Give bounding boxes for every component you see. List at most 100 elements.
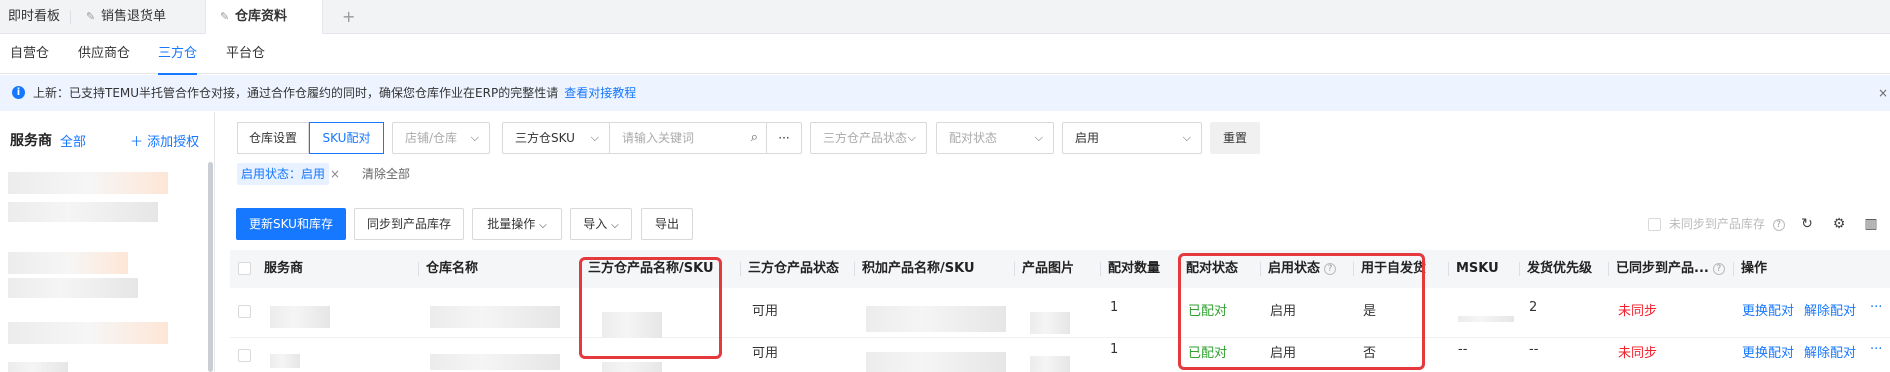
- remove-filter-icon[interactable]: ×: [330, 163, 340, 185]
- clear-all-link[interactable]: 清除全部: [362, 163, 410, 185]
- sync-stock-button[interactable]: 同步到产品库存: [354, 208, 464, 240]
- change-match-link[interactable]: 更换配对: [1742, 342, 1794, 361]
- unbind-match-link[interactable]: 解除配对: [1804, 300, 1856, 319]
- col-divider: [1448, 262, 1449, 276]
- col-tp-status: 三方仓产品状态: [748, 261, 840, 276]
- tab-dashboard[interactable]: 即时看板: [8, 0, 60, 34]
- select-all-cell[interactable]: [238, 250, 251, 288]
- col-divider: [1519, 262, 1520, 276]
- table-row[interactable]: 可用 1 已配对 启用 否 -- -- 未同步 更换配对 解除配对 ···: [230, 338, 1890, 372]
- col-image: 产品图片: [1022, 261, 1075, 276]
- sidebar-item[interactable]: [8, 322, 168, 344]
- import-button[interactable]: 导入 ⌵: [570, 208, 632, 240]
- priority-cell: --: [1529, 342, 1539, 357]
- product-status-select[interactable]: 三方仓产品状态 ⌵: [810, 122, 927, 154]
- sidebar-item[interactable]: [8, 278, 138, 298]
- jijia-name-sku-cell: [866, 306, 1006, 332]
- batch-ops-button[interactable]: 批量操作 ⌵: [472, 208, 562, 240]
- top-tab-bar: 即时看板 ✎ 销售退货单 ✎ 仓库资料 +: [0, 0, 1890, 34]
- row-select-cell[interactable]: [238, 304, 251, 319]
- refresh-icon[interactable]: ↻: [1798, 214, 1816, 234]
- button-label: 导入: [583, 217, 608, 231]
- sidebar-item[interactable]: [8, 362, 68, 372]
- sku-match-tab[interactable]: SKU配对: [309, 122, 384, 154]
- store-warehouse-select[interactable]: 店铺/仓库 ⌵: [392, 122, 490, 154]
- highlight-status-columns: [1178, 253, 1425, 370]
- tab-label: 即时看板: [8, 9, 61, 24]
- tab-supplier-warehouse[interactable]: 供应商仓: [78, 34, 130, 74]
- pin-icon[interactable]: ✎: [86, 0, 97, 34]
- col-divider: [1014, 262, 1015, 276]
- warehouse-cell: [430, 354, 560, 370]
- chevron-down-icon: ⌵: [1034, 131, 1043, 144]
- col-divider: [1733, 262, 1734, 276]
- change-match-link[interactable]: 更换配对: [1742, 300, 1794, 319]
- tab-sales-return[interactable]: ✎ 销售退货单: [86, 0, 166, 34]
- more-actions-icon[interactable]: ···: [1870, 300, 1882, 315]
- table-row[interactable]: 可用 1 已配对 启用 是 2 未同步 更换配对 解除配对 ···: [230, 288, 1890, 338]
- update-sku-stock-button[interactable]: 更新SKU和库存: [236, 208, 346, 240]
- export-button[interactable]: 导出: [641, 208, 693, 240]
- sidebar-scrollbar[interactable]: [208, 162, 213, 372]
- product-image: [1030, 356, 1070, 372]
- search-type-select[interactable]: 三方仓SKU ⌵: [502, 122, 610, 154]
- chevron-down-icon: ⌵: [611, 220, 619, 231]
- gear-icon[interactable]: ⚙: [1830, 214, 1848, 234]
- tab-platform-warehouse[interactable]: 平台仓: [226, 34, 265, 74]
- provider-sidebar: 服务商 全部 ＋ 添加授权: [0, 112, 215, 372]
- chevron-down-icon: ⌵: [539, 220, 547, 231]
- search-input[interactable]: 请输入关键词 ⌕: [609, 122, 767, 154]
- tutorial-link[interactable]: 查看对接教程: [564, 86, 636, 100]
- col-divider: [854, 262, 855, 276]
- priority-cell: 2: [1529, 300, 1538, 315]
- col-match-qty: 配对数量: [1108, 261, 1161, 276]
- provider-cell: [270, 306, 330, 328]
- unbind-match-link[interactable]: 解除配对: [1804, 342, 1856, 361]
- warehouse-cell: [430, 306, 560, 328]
- more-actions-icon[interactable]: ···: [1870, 342, 1882, 357]
- columns-icon[interactable]: ▥: [1862, 214, 1880, 234]
- tp-status-cell: 可用: [752, 304, 779, 319]
- unsynced-checkbox[interactable]: [1648, 218, 1661, 231]
- col-provider: 服务商: [264, 261, 304, 276]
- add-auth-button[interactable]: ＋ 添加授权: [130, 131, 199, 150]
- col-warehouse: 仓库名称: [426, 261, 479, 276]
- match-status-select[interactable]: 配对状态 ⌵: [936, 122, 1054, 154]
- sidebar-item[interactable]: [8, 172, 168, 194]
- row-select-cell[interactable]: [238, 348, 251, 363]
- tab-label: 供应商仓: [78, 46, 131, 61]
- provider-cell: [270, 354, 300, 368]
- warehouse-settings-tab[interactable]: 仓库设置: [237, 122, 309, 154]
- tab-label: 三方仓: [158, 46, 198, 61]
- col-label: 已同步到产品...: [1616, 261, 1709, 276]
- notice-banner: i 上新：已支持TEMU半托管合作仓对接，通过合作仓履约的同时，确保您仓库作业在…: [0, 75, 1890, 111]
- tp-name-sku-cell: [602, 362, 662, 372]
- sidebar-all-link[interactable]: 全部: [60, 131, 86, 150]
- add-tab-icon[interactable]: +: [342, 0, 355, 34]
- row-checkbox[interactable]: [238, 349, 251, 362]
- tab-self-warehouse[interactable]: 自营仓: [10, 34, 49, 74]
- reset-button[interactable]: 重置: [1210, 122, 1260, 154]
- search-icon[interactable]: ⌕: [751, 123, 758, 153]
- more-options-button[interactable]: ···: [766, 122, 802, 154]
- sidebar-item[interactable]: [8, 252, 128, 274]
- tab-warehouse-info[interactable]: ✎ 仓库资料: [205, 0, 323, 34]
- close-icon[interactable]: ×: [1878, 75, 1888, 111]
- help-icon[interactable]: ?: [1712, 262, 1725, 275]
- add-auth-label: 添加授权: [147, 135, 200, 150]
- product-image: [1030, 312, 1070, 334]
- sidebar-item[interactable]: [8, 202, 158, 222]
- tab-third-party-warehouse[interactable]: 三方仓: [158, 34, 198, 75]
- select-all-checkbox[interactable]: [238, 262, 251, 275]
- tab-label: 平台仓: [226, 46, 266, 61]
- help-icon[interactable]: ?: [1772, 218, 1785, 231]
- pin-icon[interactable]: ✎: [220, 0, 231, 34]
- enable-status-select[interactable]: 启用 ⌵: [1062, 122, 1202, 154]
- tab-label: 仓库资料: [235, 9, 288, 24]
- select-value: 启用: [1075, 131, 1100, 145]
- col-synced: 已同步到产品...?: [1616, 250, 1725, 288]
- row-checkbox[interactable]: [238, 305, 251, 318]
- unsynced-filter[interactable]: 未同步到产品库存 ?: [1648, 214, 1785, 234]
- highlight-tp-name-sku: [579, 257, 722, 359]
- msku-cell: [1458, 316, 1514, 322]
